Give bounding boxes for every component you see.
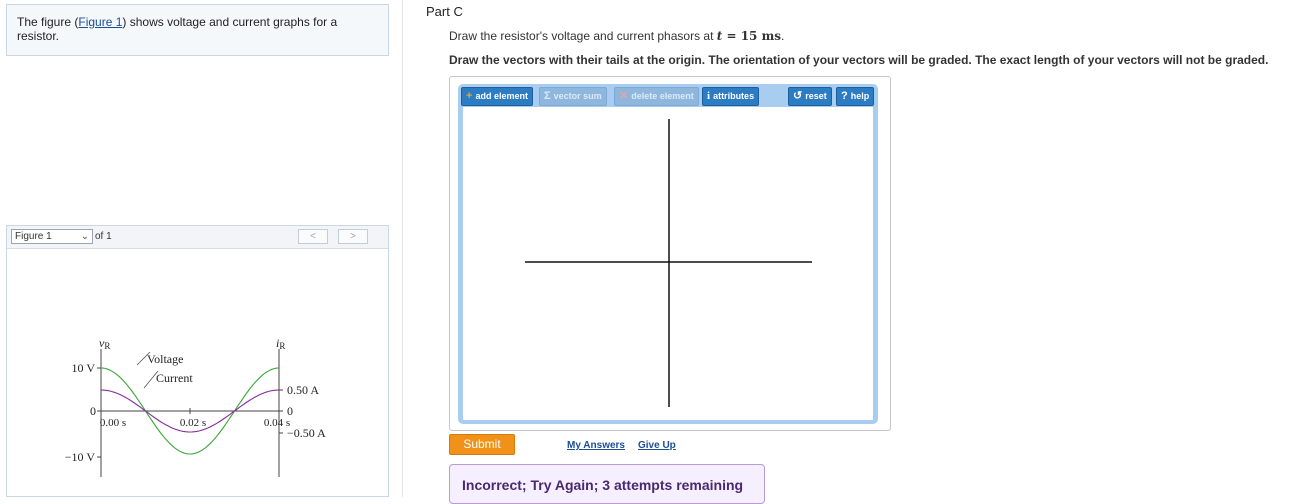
submit-button[interactable]: Submit xyxy=(449,434,515,455)
time-label-1: 0.02 s xyxy=(180,417,206,429)
delete-element-button[interactable]: ✕ delete element xyxy=(614,87,699,106)
add-element-label: add element xyxy=(475,91,528,101)
figure-panel: Figure 1 ⌄ of 1 < > vR iR 10 V 0 −10 V 0… xyxy=(6,225,389,497)
delete-element-label: delete element xyxy=(631,91,694,101)
figure-count: of 1 xyxy=(95,231,112,242)
time-label-0: 0.00 s xyxy=(100,417,126,429)
help-icon: ? xyxy=(841,90,848,102)
reset-icon: ↺ xyxy=(793,90,803,102)
give-up-link[interactable]: Give Up xyxy=(638,440,676,451)
reset-button[interactable]: ↺ reset xyxy=(788,87,832,106)
time-label-2: 0.04 s xyxy=(264,417,290,429)
intro-box: The figure (Figure 1) shows voltage and … xyxy=(6,4,389,56)
prev-figure-button[interactable]: < xyxy=(298,229,328,244)
figure-select[interactable]: Figure 1 ⌄ xyxy=(11,229,93,244)
voltage-zero-label: 0 xyxy=(90,404,96,418)
chevron-down-icon: ⌄ xyxy=(80,231,89,242)
current-zero-label: 0 xyxy=(287,404,293,418)
next-figure-button[interactable]: > xyxy=(338,229,368,244)
current-max-label: 0.50 A xyxy=(287,383,319,397)
feedback-message: Incorrect; Try Again; 3 attempts remaini… xyxy=(449,464,765,504)
legend-current: Current xyxy=(156,371,193,385)
help-label: help xyxy=(850,91,870,101)
instruction-line-2: Draw the vectors with their tails at the… xyxy=(449,53,1269,67)
figure-1-link[interactable]: Figure 1 xyxy=(78,15,122,29)
figure-select-value: Figure 1 xyxy=(15,231,52,242)
part-title: Part C xyxy=(426,4,463,19)
attributes-button[interactable]: i attributes xyxy=(702,87,760,106)
ir-axis-label: iR xyxy=(276,336,285,351)
vr-axis-label: vR xyxy=(99,336,110,351)
sigma-icon: Σ xyxy=(544,90,551,102)
help-button[interactable]: ? help xyxy=(836,87,875,106)
vector-drawing-canvas[interactable] xyxy=(463,107,873,420)
legend-voltage: Voltage xyxy=(147,352,183,366)
current-min-label: −0.50 A xyxy=(287,426,326,440)
chevron-right-icon: > xyxy=(350,231,356,242)
time-value: t = 15 ms xyxy=(716,29,782,43)
canvas-axes xyxy=(525,119,812,407)
delete-icon: ✕ xyxy=(619,90,629,102)
voltage-current-graph: vR iR 10 V 0 −10 V 0.50 A 0 −0.50 A 0.00… xyxy=(65,336,326,477)
instruction-suffix: . xyxy=(781,29,785,43)
add-element-button[interactable]: + add element xyxy=(461,87,533,106)
voltage-min-label: −10 V xyxy=(65,450,96,464)
info-icon: i xyxy=(707,90,711,102)
instruction-prefix: Draw the resistor's voltage and current … xyxy=(449,29,717,43)
intro-text-before: The figure ( xyxy=(17,15,79,29)
feedback-text: Incorrect; Try Again; 3 attempts remaini… xyxy=(462,477,744,493)
chevron-left-icon: < xyxy=(310,231,316,242)
my-answers-link[interactable]: My Answers xyxy=(567,440,625,451)
voltage-max-label: 10 V xyxy=(72,361,96,375)
vector-sum-label: vector sum xyxy=(553,91,602,101)
vector-sum-button[interactable]: Σ vector sum xyxy=(539,87,607,106)
attributes-label: attributes xyxy=(713,91,755,101)
figure-toolbar: Figure 1 ⌄ of 1 < > xyxy=(7,226,388,249)
instruction-line-1: Draw the resistor's voltage and current … xyxy=(449,29,784,43)
panel-divider xyxy=(402,0,403,497)
plus-icon: + xyxy=(466,90,473,102)
reset-label: reset xyxy=(805,91,827,101)
